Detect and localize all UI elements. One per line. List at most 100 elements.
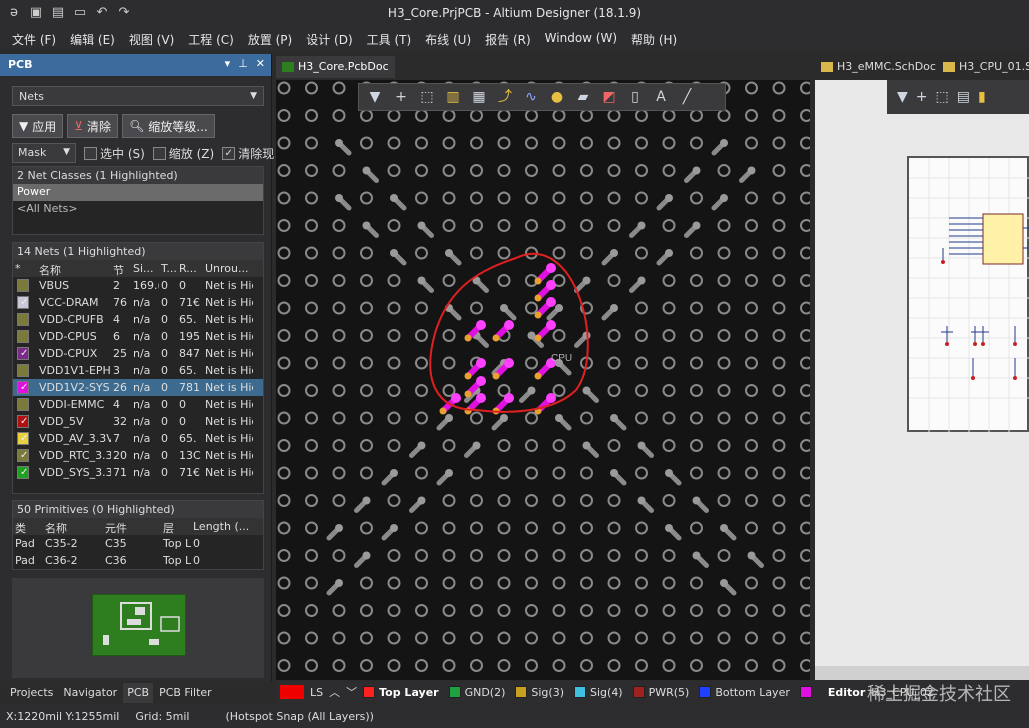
diff-pair-icon[interactable]: ∿ <box>521 87 541 107</box>
schematic-view[interactable]: ▼ + ⬚ ▤ ▮ <box>815 80 1029 680</box>
net-color-swatch[interactable]: ✓ <box>13 381 37 394</box>
net-color-swatch[interactable]: ✓ <box>13 432 37 445</box>
layer-color-swatch[interactable] <box>799 685 812 698</box>
net-row[interactable]: ✓VDD_SYS_3.3V71 n/a 0 71€ Net is Hic <box>13 464 263 481</box>
tab-navigator[interactable]: Navigator <box>59 683 121 703</box>
net-color-swatch[interactable]: ✓ <box>13 296 37 309</box>
select-rect-icon[interactable]: ⬚ <box>936 89 949 105</box>
net-color-swatch[interactable] <box>13 330 37 343</box>
net-color-swatch[interactable] <box>13 364 37 377</box>
net-row[interactable]: ✓ VDD_AV_3.3V 7 n/a 0 65. Net is Hic <box>13 430 263 447</box>
zoom-level-button[interactable]: 🔍︎ 缩放等级... <box>122 114 215 138</box>
primitive-row[interactable]: Pad C36-2 C36 Top L 0 <box>13 552 263 569</box>
net-color-swatch[interactable] <box>13 279 37 292</box>
layer-set-swatch[interactable] <box>280 685 304 699</box>
col-unrouted[interactable]: Unrou... <box>203 260 253 277</box>
net-color-swatch[interactable]: ✓ <box>13 466 37 479</box>
col-prim-name[interactable]: 名称 <box>43 518 103 535</box>
menu-project[interactable]: 工程 (C) <box>182 28 242 50</box>
col-star[interactable]: * <box>13 260 37 277</box>
menu-view[interactable]: 视图 (V) <box>123 28 182 50</box>
region-icon[interactable]: ◩ <box>599 87 619 107</box>
panel-menu-icon[interactable]: ▾ <box>225 57 231 70</box>
net-row[interactable]: VDD1V1-EPHY 3 n/a 0 65. Net is Hic <box>13 362 263 379</box>
primitive-row[interactable]: Pad C35-2 C35 Top L 0 <box>13 535 263 552</box>
layer-scroll-down-icon[interactable]: ﹀ <box>346 684 357 700</box>
col-length[interactable]: Length (... <box>191 518 251 535</box>
menu-window[interactable]: Window (W) <box>539 28 625 50</box>
panel-mode-select[interactable]: Nets ▼ <box>12 86 264 106</box>
layer-tab[interactable]: GND(2) <box>448 686 505 699</box>
dimension-icon[interactable]: ▯ <box>625 87 645 107</box>
net-row[interactable]: VBUS 2 169.(0 0 Net is Hic <box>13 277 263 294</box>
pin-icon[interactable]: ⊥ <box>238 57 248 70</box>
menu-help[interactable]: 帮助 (H) <box>625 28 685 50</box>
filter-icon[interactable]: ▼ <box>897 89 908 105</box>
text-icon[interactable]: A <box>651 87 671 107</box>
layer-tab[interactable]: PWR(5) <box>632 686 689 699</box>
layer-tab[interactable]: Sig(3) <box>515 686 564 699</box>
col-signal[interactable]: Si... <box>131 260 159 277</box>
net-row[interactable]: VDD-CPUS 6 n/a 0 195 Net is Hic <box>13 328 263 345</box>
layer-tab[interactable]: Sig(4) <box>574 686 623 699</box>
net-color-swatch[interactable] <box>13 398 37 411</box>
close-icon[interactable]: ✕ <box>256 57 265 70</box>
line-icon[interactable]: ╱ <box>677 87 697 107</box>
net-color-swatch[interactable]: ✓ <box>13 415 37 428</box>
layer-tab[interactable]: Top Layer <box>363 686 439 699</box>
zoom-checkbox[interactable] <box>152 146 166 160</box>
align-icon[interactable]: ▤ <box>957 89 970 105</box>
menu-tools[interactable]: 工具 (T) <box>361 28 420 50</box>
via-icon[interactable]: ● <box>547 87 567 107</box>
layer-scroll-up-icon[interactable]: ︿ <box>329 684 340 700</box>
tab-projects[interactable]: Projects <box>6 683 57 703</box>
part-icon[interactable]: ▮ <box>978 89 986 105</box>
net-row[interactable]: ✓ VDD1V2-SYS 26 n/a 0 781 Net is Hic <box>13 379 263 396</box>
zoom-option[interactable]: 缩放 (Z) <box>152 145 214 162</box>
col-layer[interactable]: 层 <box>161 518 191 535</box>
net-row[interactable]: VDDI-EMMC 4 n/a 0 0 Net is Hic <box>13 396 263 413</box>
menu-file[interactable]: 文件 (F) <box>6 28 64 50</box>
mask-mode-select[interactable]: Mask ▼ <box>12 143 76 163</box>
col-nodes[interactable]: 节 <box>111 260 131 277</box>
select-option[interactable]: 选中 (S) <box>84 145 145 162</box>
clear-button[interactable]: ⊻ 清除 <box>67 114 119 138</box>
net-color-swatch[interactable] <box>13 313 37 326</box>
layer-tab[interactable]: Bottom Layer <box>699 686 790 699</box>
net-color-swatch[interactable]: ✓ <box>13 347 37 360</box>
menu-edit[interactable]: 编辑 (E) <box>64 28 123 50</box>
pcb-editor-canvas[interactable]: CPU <box>276 80 810 680</box>
filter-icon[interactable]: ▼ <box>365 87 385 107</box>
col-component[interactable]: 元件 <box>103 518 161 535</box>
col-t[interactable]: T... <box>159 260 177 277</box>
col-name[interactable]: 名称 <box>37 260 111 277</box>
editor-tab[interactable]: Editor <box>828 686 865 699</box>
select-rect-icon[interactable]: ⬚ <box>417 87 437 107</box>
tab-pcb[interactable]: PCB <box>123 683 154 703</box>
clear-option[interactable]: ✓ 清除现 <box>222 145 274 162</box>
apply-button[interactable]: ▼ 应用 <box>12 114 64 138</box>
net-color-swatch[interactable]: ✓ <box>13 449 37 462</box>
select-checkbox[interactable] <box>84 146 97 160</box>
menu-route[interactable]: 布线 (U) <box>419 28 479 50</box>
col-type[interactable]: 类 <box>13 518 43 535</box>
net-row[interactable]: ✓ VDD-CPUX 25 n/a 0 847 Net is Hic <box>13 345 263 362</box>
component-icon[interactable]: ▦ <box>469 87 489 107</box>
col-r[interactable]: R... <box>177 260 203 277</box>
doc-tab-pcb[interactable]: H3_Core.PcbDoc <box>276 56 395 78</box>
tab-pcb-filter[interactable]: PCB Filter <box>155 683 216 703</box>
menu-place[interactable]: 放置 (P) <box>242 28 300 50</box>
polygon-icon[interactable]: ▰ <box>573 87 593 107</box>
crosshair-icon[interactable]: + <box>391 87 411 107</box>
chart-icon[interactable]: ▥ <box>443 87 463 107</box>
net-row[interactable]: ✓VDD_RTC_3.3V20 n/a 0 13C Net is Hic <box>13 447 263 464</box>
crosshair-icon[interactable]: + <box>916 89 928 105</box>
doc-tab-emmc[interactable]: H3_eMMC.SchDoc <box>815 56 942 78</box>
schematic-scrollbar[interactable] <box>815 666 1029 680</box>
net-row[interactable]: ✓ VCC-DRAM 76 n/a 0 71€ Net is Hic <box>13 294 263 311</box>
net-row[interactable]: VDD-CPUFB 4 n/a 0 65. Net is Hic <box>13 311 263 328</box>
net-class-item[interactable]: <All Nets> <box>13 201 263 218</box>
layer-set-label[interactable]: LS <box>310 686 323 699</box>
route-icon[interactable]: ⤴ <box>495 87 515 107</box>
doc-tab-cpu01[interactable]: H3_CPU_01.S <box>937 56 1029 78</box>
